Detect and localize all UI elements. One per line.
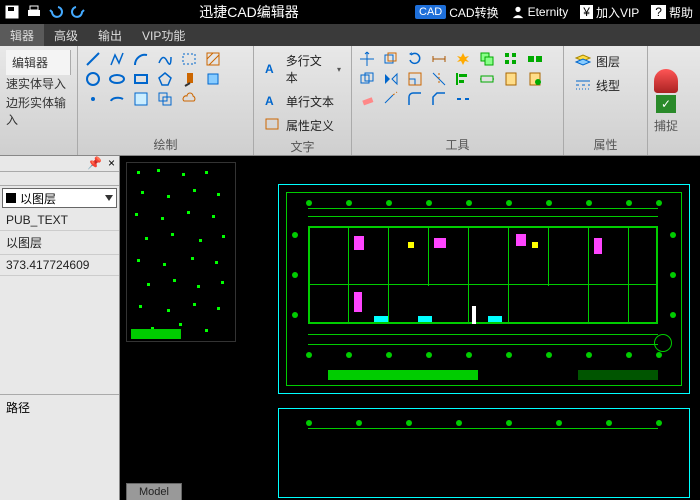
cad-convert-button[interactable]: CADCAD转换: [412, 4, 502, 21]
fast-entity-import[interactable]: 速实体导入: [6, 75, 66, 92]
explode-icon[interactable]: [454, 50, 472, 68]
scale-icon[interactable]: [406, 70, 424, 88]
drawing-canvas[interactable]: Model: [120, 156, 700, 500]
ribbon-side-label: 编辑器: [6, 50, 71, 75]
circle-icon[interactable]: [84, 70, 102, 88]
prop-row[interactable]: PUB_TEXT: [0, 210, 119, 231]
ribbon: 编辑器 速实体导入 边形实体输入: [0, 46, 700, 156]
chamfer-icon[interactable]: [430, 90, 448, 108]
thumbnail-view: [126, 162, 236, 342]
paint-icon[interactable]: [180, 70, 198, 88]
layer-button[interactable]: 图层: [570, 50, 641, 72]
properties-panel: 📌 × 以图层 PUB_TEXT 以图层 373.417724609 路径: [0, 156, 120, 500]
array-icon[interactable]: [502, 50, 520, 68]
mirror-icon[interactable]: [382, 70, 400, 88]
region-icon[interactable]: [132, 90, 150, 108]
chevron-down-icon: [105, 195, 113, 201]
redo-icon[interactable]: [70, 4, 86, 20]
dim-icon[interactable]: [430, 50, 448, 68]
break-icon[interactable]: [454, 90, 472, 108]
align-icon[interactable]: [454, 70, 472, 88]
linetype-button[interactable]: 线型: [570, 74, 641, 96]
help-button[interactable]: ?帮助: [648, 4, 696, 21]
ellipse-icon[interactable]: [108, 70, 126, 88]
copy-icon[interactable]: [358, 70, 376, 88]
menu-advanced[interactable]: 高级: [44, 24, 88, 46]
color-swatch: [6, 193, 16, 203]
close-icon[interactable]: ×: [108, 156, 115, 171]
floor-plan: [278, 184, 690, 472]
paste-icon[interactable]: [502, 70, 520, 88]
menu-editor[interactable]: 辑器: [0, 24, 44, 46]
snap-check-icon[interactable]: ✓: [656, 95, 676, 113]
cloud-icon[interactable]: [180, 90, 198, 108]
stretch-icon[interactable]: [478, 70, 496, 88]
svg-text:A: A: [265, 62, 274, 76]
menu-bar: 辑器 高级 输出 VIP功能: [0, 24, 700, 46]
polygon-icon[interactable]: [156, 70, 174, 88]
prop-row[interactable]: 373.417724609: [0, 255, 119, 276]
offset-icon[interactable]: [382, 50, 400, 68]
hatch-icon[interactable]: [204, 50, 222, 68]
copy2-icon[interactable]: [478, 50, 496, 68]
trim-icon[interactable]: [430, 70, 448, 88]
model-tab[interactable]: Model: [126, 483, 182, 500]
group-draw-label: 绘制: [84, 134, 247, 153]
workspace: 📌 × 以图层 PUB_TEXT 以图层 373.417724609 路径: [0, 156, 700, 500]
region2-icon[interactable]: [156, 90, 174, 108]
rotate-icon[interactable]: [406, 50, 424, 68]
polyline-icon[interactable]: [108, 50, 126, 68]
arc-icon[interactable]: [132, 50, 150, 68]
menu-output[interactable]: 输出: [88, 24, 132, 46]
layer-combo[interactable]: 以图层: [2, 188, 117, 208]
app-title: 迅捷CAD编辑器: [92, 2, 406, 22]
vip-button[interactable]: ¥加入VIP: [577, 4, 642, 21]
save-icon[interactable]: [4, 4, 20, 20]
group-tools-label: 工具: [358, 134, 557, 153]
point-icon[interactable]: [84, 90, 102, 108]
thumb-title-bar: [131, 329, 181, 339]
block-icon[interactable]: [204, 70, 222, 88]
attr-def-button[interactable]: 属性定义: [260, 114, 345, 136]
title-bar: 迅捷CAD编辑器 CADCAD转换 Eternity ¥加入VIP ?帮助: [0, 0, 700, 24]
join-icon[interactable]: [526, 50, 544, 68]
move-icon[interactable]: [358, 50, 376, 68]
pin-icon[interactable]: 📌: [87, 156, 102, 171]
svg-text:A: A: [265, 94, 274, 108]
erase-icon[interactable]: [358, 90, 376, 108]
rect-dashed-icon[interactable]: [180, 50, 198, 68]
paste2-icon[interactable]: [526, 70, 544, 88]
prop-row[interactable]: 以图层: [0, 231, 119, 255]
group-text-label: 文字: [260, 136, 345, 155]
ellipse-arc-icon[interactable]: [108, 90, 126, 108]
group-snap-label: 捕捉: [654, 115, 678, 134]
extend-icon[interactable]: [382, 90, 400, 108]
path-label: 路径: [0, 394, 119, 420]
print-icon[interactable]: [26, 4, 42, 20]
group-prop-label: 属性: [570, 134, 641, 153]
undo-icon[interactable]: [48, 4, 64, 20]
fillet-icon[interactable]: [406, 90, 424, 108]
multiline-text-button[interactable]: A多行文本▾: [260, 50, 345, 88]
line-icon[interactable]: [84, 50, 102, 68]
polygon-entity-input[interactable]: 边形实体输入: [6, 94, 71, 128]
spline-icon[interactable]: [156, 50, 174, 68]
menu-vip[interactable]: VIP功能: [132, 24, 195, 46]
snap-icon[interactable]: [654, 69, 678, 93]
single-text-button[interactable]: A单行文本: [260, 90, 345, 112]
user-tag[interactable]: Eternity: [508, 5, 572, 19]
rect-icon[interactable]: [132, 70, 150, 88]
